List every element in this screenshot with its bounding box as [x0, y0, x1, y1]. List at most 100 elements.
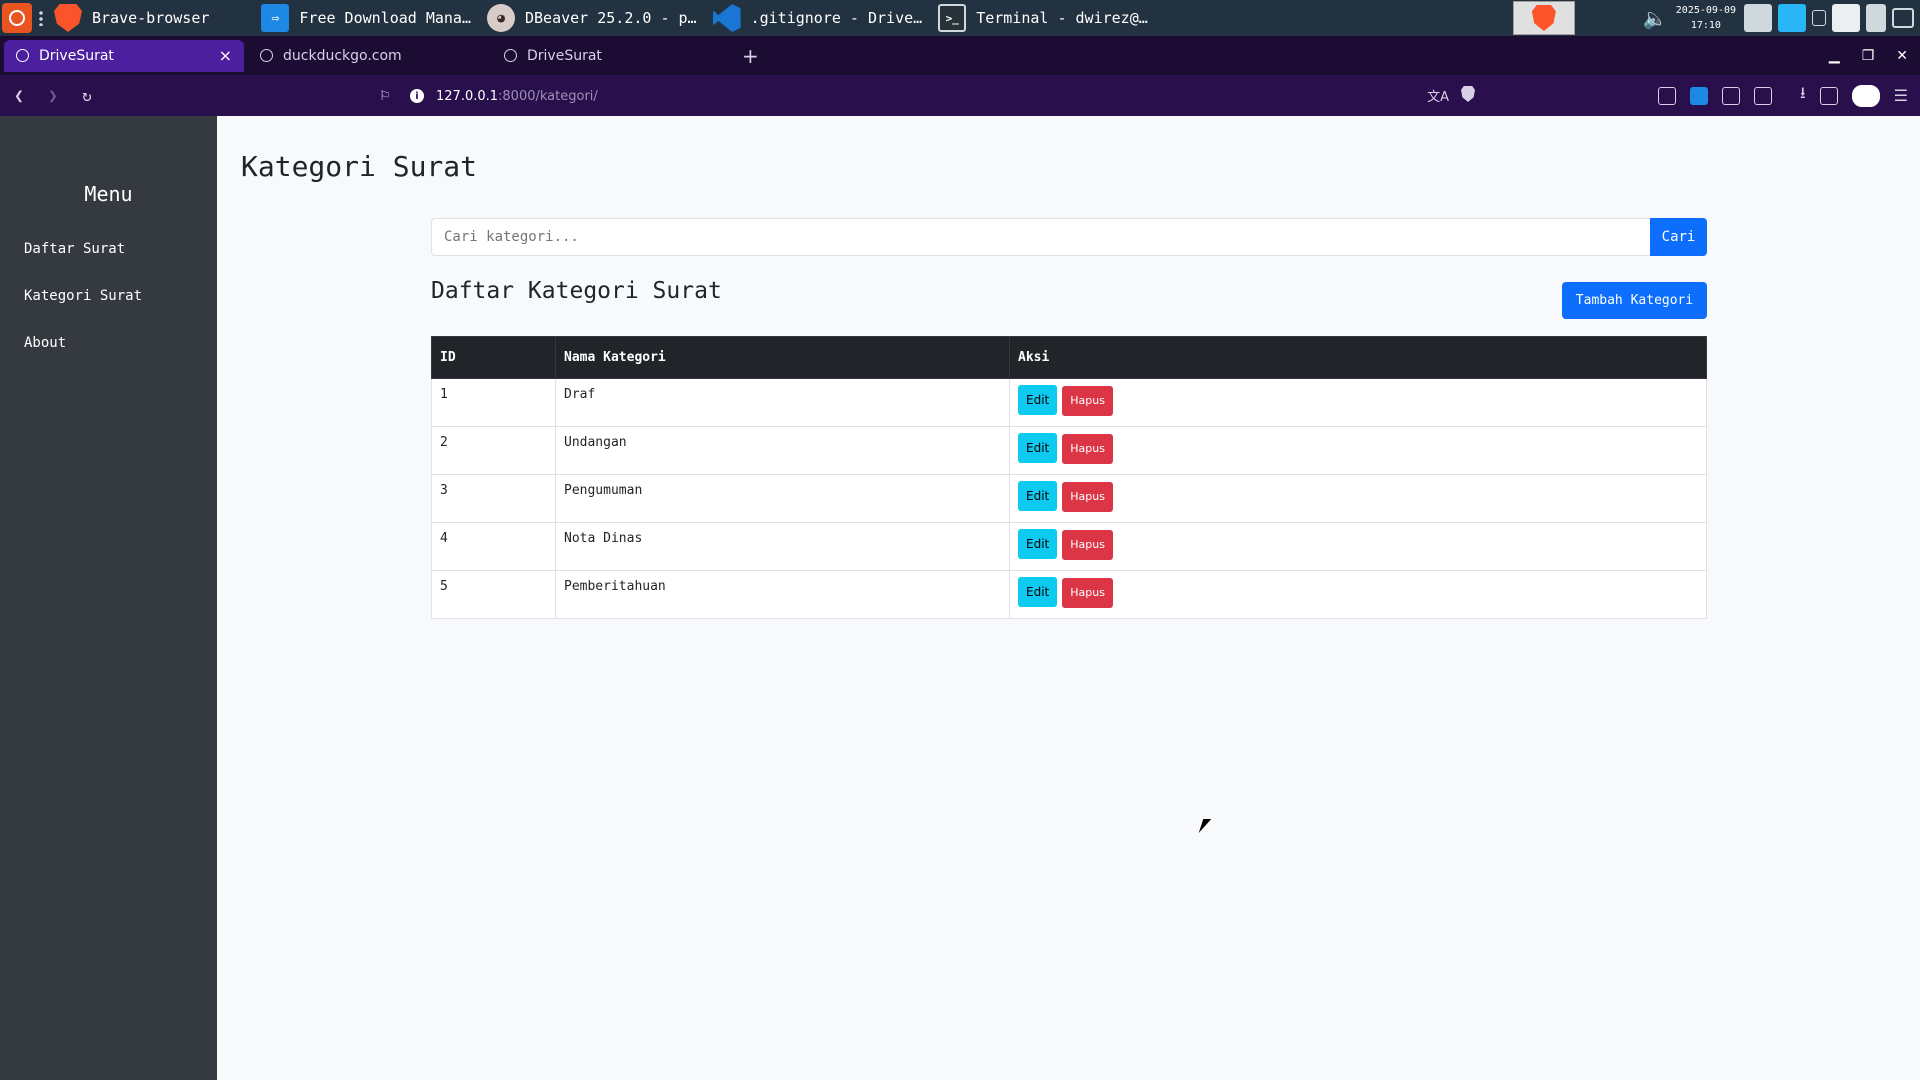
task-label: .gitignore - Drive…	[750, 9, 923, 27]
close-tab-icon[interactable]: ×	[219, 46, 232, 65]
cell-id: 2	[431, 426, 556, 475]
extensions-puzzle-icon[interactable]	[1722, 86, 1741, 105]
profile-icon[interactable]	[1851, 84, 1880, 107]
address-bar[interactable]: i 127.0.0.1:8000/kategori/ 文A	[410, 81, 1475, 111]
terminal-icon: >_	[938, 4, 967, 32]
bluetooth-icon[interactable]	[1812, 10, 1826, 26]
list-title: Daftar Kategori Surat	[431, 278, 722, 304]
browser-tabstrip: DriveSurat × duckduckgo.com DriveSurat +…	[0, 36, 1920, 75]
translate-icon[interactable]: 文A	[1427, 86, 1449, 105]
sidebar-item-kategori-surat[interactable]: Kategori Surat	[0, 279, 217, 326]
brave-icon	[54, 4, 82, 32]
cell-name: Undangan	[555, 426, 1010, 475]
task-label: DBeaver 25.2.0 - p…	[525, 9, 697, 27]
tray-brave-icon[interactable]	[1512, 1, 1575, 35]
dbeaver-icon: ◕	[487, 4, 515, 32]
app-menu-dots-icon[interactable]	[38, 10, 44, 26]
delete-button[interactable]: Hapus	[1062, 385, 1113, 416]
vpn-shield-icon[interactable]	[1658, 86, 1677, 105]
close-window-icon[interactable]: ✕	[1896, 48, 1908, 64]
cell-id: 5	[431, 570, 556, 619]
toolbar-right: ⭳ ☰	[1658, 75, 1908, 116]
restore-icon[interactable]: ❐	[1862, 48, 1875, 64]
notes-icon[interactable]	[1832, 4, 1860, 32]
search-button[interactable]: Cari	[1650, 218, 1707, 256]
edit-button[interactable]: Edit	[1018, 481, 1058, 511]
task-terminal[interactable]: >_ Terminal - dwirez@…	[934, 0, 1152, 36]
tab-title: DriveSurat	[527, 47, 602, 64]
table-header-row: ID Nama Kategori Aksi	[431, 336, 1707, 379]
cell-id: 3	[431, 474, 556, 523]
sidebar-item-daftar-surat[interactable]: Daftar Surat	[0, 232, 217, 279]
cell-name: Pemberitahuan	[555, 570, 1010, 619]
downloads-icon[interactable]: ⭳	[1800, 82, 1806, 109]
browser-menu-icon[interactable]: ☰	[1894, 86, 1908, 105]
delete-button[interactable]: Hapus	[1062, 577, 1113, 608]
forward-icon[interactable]: ❯	[38, 86, 68, 105]
task-label: Free Download Mana…	[299, 9, 471, 27]
tab-duckduckgo[interactable]: duckduckgo.com	[248, 40, 488, 72]
task-label: Terminal - dwirez@…	[976, 9, 1148, 27]
site-info-icon[interactable]: i	[410, 89, 424, 103]
task-dbeaver[interactable]: ◕ DBeaver 25.2.0 - p…	[483, 0, 701, 36]
sidebar-item-about[interactable]: About	[0, 326, 217, 373]
vscode-icon	[712, 4, 741, 32]
download-manager-ext-icon[interactable]	[1690, 86, 1709, 105]
column-header-id: ID	[431, 336, 556, 379]
column-header-actions: Aksi	[1009, 336, 1707, 379]
search-form: Cari	[431, 218, 1707, 256]
tab-drivesurat[interactable]: DriveSurat	[492, 40, 732, 72]
cell-id: 1	[431, 378, 556, 427]
tab-drivesurat-active[interactable]: DriveSurat ×	[4, 39, 244, 72]
sidebar: Menu Daftar Surat Kategori Surat About	[0, 116, 217, 1080]
window-controls: ▁ ❐ ✕	[1829, 36, 1908, 75]
minimize-icon[interactable]: ▁	[1829, 48, 1840, 64]
table-row: 3 Pengumuman Edit Hapus	[431, 474, 1707, 523]
clipboard-icon[interactable]	[1744, 4, 1772, 32]
bookmark-icon[interactable]: ⚐	[380, 85, 390, 104]
edit-button[interactable]: Edit	[1018, 577, 1058, 607]
globe-icon	[16, 49, 29, 62]
new-tab-plus-icon[interactable]: +	[742, 44, 759, 68]
brave-shields-icon[interactable]	[1461, 86, 1475, 102]
url-path: :8000/kategori/	[498, 88, 598, 104]
task-brave[interactable]: Brave-browser	[50, 0, 213, 36]
main-content: Kategori Surat Cari Daftar Kategori Sura…	[217, 116, 1920, 1080]
globe-icon	[260, 49, 273, 62]
sidebar-toggle-icon[interactable]	[1819, 86, 1838, 105]
category-table: ID Nama Kategori Aksi 1 Draf Edit Hapus 2 Und…	[431, 336, 1707, 619]
cell-name: Pengumuman	[555, 474, 1010, 523]
task-vscode[interactable]: .gitignore - Drive…	[709, 0, 927, 36]
page-viewport: Menu Daftar Surat Kategori Surat About K…	[0, 116, 1920, 1080]
clock[interactable]: 2025-09-09 17:10	[1676, 3, 1736, 33]
cell-name: Nota Dinas	[555, 522, 1010, 571]
cell-id: 4	[431, 522, 556, 571]
edit-button[interactable]: Edit	[1018, 529, 1058, 559]
download-manager-icon: ⇨	[261, 4, 290, 32]
wallet-icon[interactable]	[1754, 86, 1773, 105]
back-icon[interactable]: ❮	[4, 86, 34, 105]
ubuntu-logo-icon[interactable]	[2, 3, 32, 33]
display-icon[interactable]	[1778, 4, 1806, 32]
os-taskbar: Brave-browser ⇨ Free Download Mana… ◕ DB…	[0, 0, 1920, 36]
table-row: 5 Pemberitahuan Edit Hapus	[431, 570, 1707, 619]
shield-tray-icon[interactable]	[1866, 4, 1886, 32]
add-category-button[interactable]: Tambah Kategori	[1562, 282, 1707, 319]
page-title: Kategori Surat	[241, 150, 478, 183]
task-label: Brave-browser	[92, 9, 210, 27]
search-input[interactable]	[431, 218, 1650, 256]
volume-icon[interactable]: 🔈	[1643, 6, 1668, 30]
delete-button[interactable]: Hapus	[1062, 529, 1113, 560]
table-row: 2 Undangan Edit Hapus	[431, 426, 1707, 475]
delete-button[interactable]: Hapus	[1062, 481, 1113, 512]
edit-button[interactable]: Edit	[1018, 385, 1058, 415]
task-download-manager[interactable]: ⇨ Free Download Mana…	[257, 0, 475, 36]
delete-button[interactable]: Hapus	[1062, 433, 1113, 464]
clock-date: 2025-09-09	[1675, 5, 1736, 16]
edit-button[interactable]: Edit	[1018, 433, 1058, 463]
reload-icon[interactable]: ↻	[72, 86, 102, 105]
tab-title: DriveSurat	[39, 47, 114, 64]
network-icon[interactable]	[1892, 8, 1914, 28]
column-header-name: Nama Kategori	[555, 336, 1010, 379]
cell-name: Draf	[555, 378, 1010, 427]
